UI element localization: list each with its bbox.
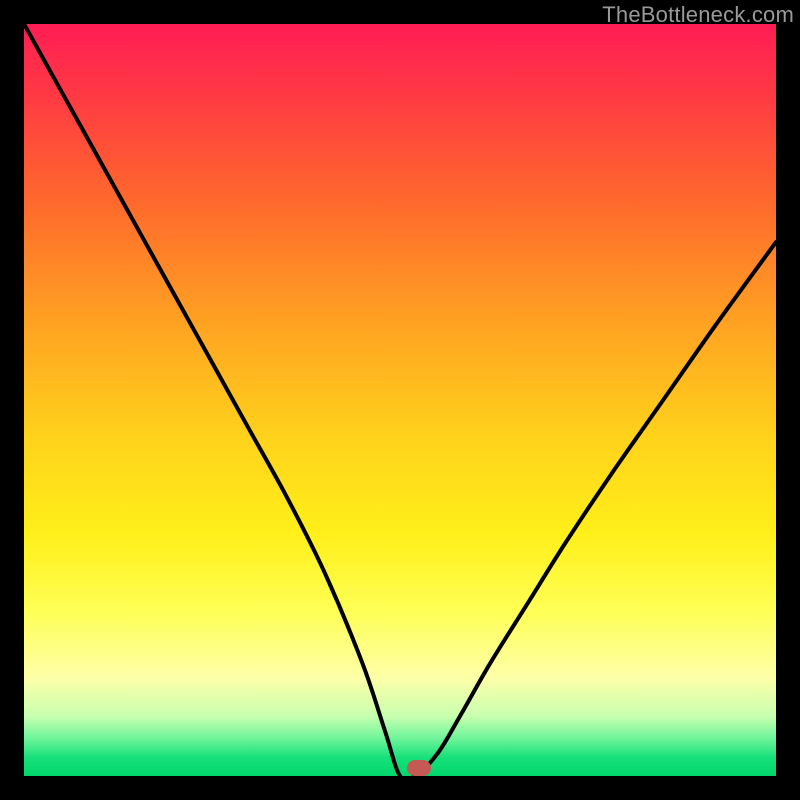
bottleneck-curve [24, 24, 776, 776]
bottleneck-marker [407, 760, 431, 776]
watermark-text: TheBottleneck.com [602, 2, 794, 28]
chart-frame: TheBottleneck.com [0, 0, 800, 800]
plot-area [24, 24, 776, 776]
